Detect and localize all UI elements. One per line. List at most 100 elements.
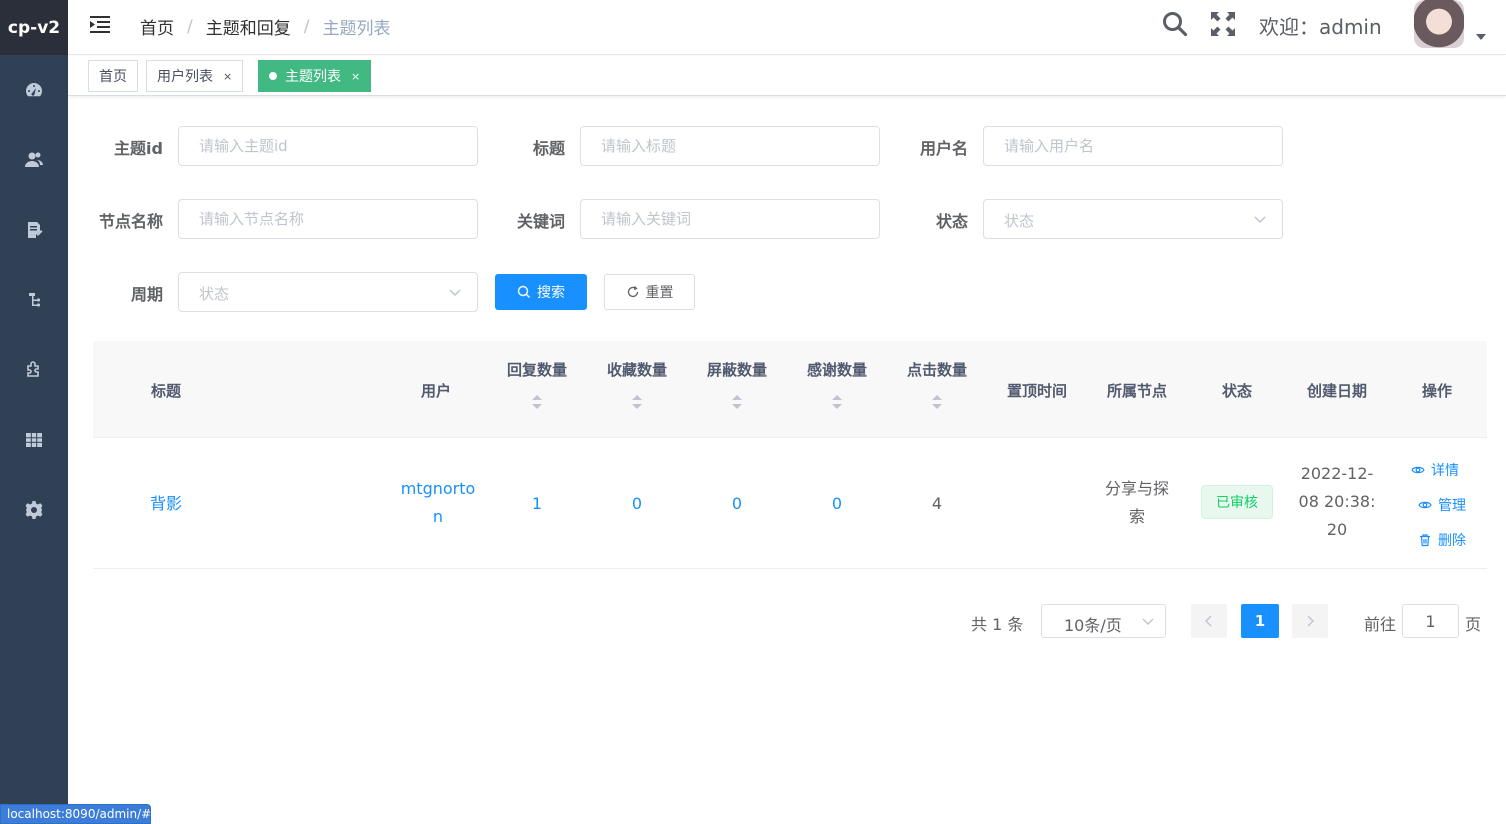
- column-header-title: 标题: [150, 382, 181, 400]
- breadcrumb-current: 主题列表: [322, 19, 391, 39]
- sort-icon[interactable]: [831, 394, 843, 410]
- next-page-button[interactable]: [1292, 604, 1328, 638]
- nodes-icon[interactable]: [0, 280, 68, 320]
- goto-prefix: 前往: [1364, 615, 1397, 634]
- sort-icon[interactable]: [731, 394, 743, 410]
- node-name-input[interactable]: [178, 199, 478, 239]
- search-icon[interactable]: [1161, 10, 1189, 38]
- prev-page-button[interactable]: [1191, 604, 1227, 638]
- reset-button[interactable]: 重置: [604, 274, 695, 310]
- favorites-count[interactable]: 0: [597, 490, 677, 518]
- breadcrumb-separator: /: [187, 16, 193, 37]
- column-header-node: 所属节点: [1106, 382, 1167, 400]
- tag-home[interactable]: 首页: [88, 60, 138, 92]
- fullscreen-icon[interactable]: [1209, 10, 1237, 38]
- status-badge: 已审核: [1201, 485, 1273, 519]
- chevron-down-icon: [449, 289, 461, 297]
- refresh-icon: [627, 286, 638, 298]
- table-icon[interactable]: [0, 420, 68, 460]
- manage-button[interactable]: 管理: [1418, 495, 1466, 515]
- sort-icon[interactable]: [531, 394, 543, 410]
- node-line: 分享与探: [1104, 479, 1169, 498]
- username-input[interactable]: [983, 126, 1283, 166]
- breadcrumb-separator: /: [303, 16, 310, 37]
- pagination-total: 共 1 条: [971, 615, 1024, 634]
- node-name: 分享与探 索: [1097, 475, 1177, 531]
- plugin-icon[interactable]: [0, 350, 68, 390]
- thanks-count[interactable]: 0: [797, 490, 877, 518]
- status-label: 状态: [935, 212, 968, 231]
- trash-icon: [1420, 534, 1430, 547]
- dashboard-icon[interactable]: [0, 70, 68, 110]
- topic-id-label: 主题id: [114, 139, 163, 158]
- breadcrumb-home[interactable]: 首页: [140, 14, 174, 39]
- tag-topic-list[interactable]: 主题列表 ×: [258, 60, 372, 92]
- tag-user-list[interactable]: 用户列表 ×: [146, 60, 244, 92]
- table-header: 标题 用户 回复数量 收藏数量 屏蔽数量 感谢数量 点击数量 置顶时间 所属节点…: [93, 341, 1487, 438]
- tag-label: 用户列表: [157, 69, 213, 85]
- goto-suffix: 页: [1465, 615, 1482, 634]
- column-header-thanks[interactable]: 感谢数量: [797, 359, 877, 380]
- goto-page-input[interactable]: [1402, 604, 1459, 638]
- chevron-down-icon: [1254, 216, 1266, 224]
- search-button[interactable]: 搜索: [495, 274, 587, 310]
- topics-icon[interactable]: [0, 210, 68, 250]
- column-header-user: 用户: [420, 382, 451, 400]
- period-select-placeholder: 状态: [199, 285, 230, 303]
- topic-user-link[interactable]: mtgnorto n: [393, 475, 483, 531]
- node-line: 索: [1128, 507, 1145, 526]
- user-line: mtgnorto: [400, 479, 476, 498]
- settings-icon[interactable]: [0, 490, 68, 530]
- tags-view: 首页 用户列表 × 主题列表 ×: [68, 56, 1506, 96]
- column-header-actions: 操作: [1421, 382, 1452, 400]
- page-number-current[interactable]: 1: [1241, 604, 1279, 638]
- column-header-replies[interactable]: 回复数量: [497, 359, 577, 380]
- search-button-label: 搜索: [537, 285, 565, 301]
- sort-icon[interactable]: [931, 394, 943, 410]
- column-header-clicks[interactable]: 点击数量: [897, 359, 977, 380]
- tag-label: 首页: [99, 69, 127, 85]
- node-name-label: 节点名称: [98, 212, 163, 231]
- delete-button[interactable]: 删除: [1418, 530, 1466, 550]
- chevron-left-icon: [1205, 615, 1212, 627]
- users-icon[interactable]: [0, 140, 68, 180]
- browser-status-url: localhost:8090/admin/#/: [0, 804, 155, 824]
- title-input[interactable]: [580, 126, 880, 166]
- avatar[interactable]: [1414, 0, 1464, 48]
- column-header-blocks[interactable]: 屏蔽数量: [697, 359, 777, 380]
- search-icon: [517, 285, 530, 298]
- detail-label: 详情: [1431, 463, 1459, 479]
- hamburger-menu-icon[interactable]: [88, 13, 112, 37]
- page-size-select[interactable]: 10条/页: [1041, 604, 1166, 638]
- column-header-favorites[interactable]: 收藏数量: [597, 359, 677, 380]
- replies-count[interactable]: 1: [497, 490, 577, 518]
- delete-label: 删除: [1438, 533, 1466, 549]
- status-select[interactable]: 状态: [983, 199, 1283, 239]
- column-header-status: 状态: [1221, 382, 1252, 400]
- sidebar: cp-v2: [0, 0, 68, 824]
- tag-label: 主题列表: [285, 69, 341, 85]
- sort-icon[interactable]: [631, 394, 643, 410]
- keyword-input[interactable]: [580, 199, 880, 239]
- blocks-count[interactable]: 0: [697, 490, 777, 518]
- close-icon[interactable]: ×: [223, 70, 232, 83]
- welcome-text: 欢迎：admin: [1259, 15, 1382, 39]
- keyword-label: 关键词: [516, 212, 565, 231]
- column-header-created: 创建日期: [1306, 382, 1367, 400]
- caret-down-icon[interactable]: [1476, 34, 1486, 40]
- detail-button[interactable]: 详情: [1411, 460, 1459, 480]
- date-line: 08 20:38:: [1298, 492, 1376, 511]
- chevron-right-icon: [1307, 615, 1314, 627]
- breadcrumb-topics-replies[interactable]: 主题和回复: [206, 14, 291, 39]
- date-line: 2022-12-: [1300, 464, 1374, 483]
- status-select-placeholder: 状态: [1004, 212, 1035, 230]
- column-header-pinned-time: 置顶时间: [1006, 382, 1067, 400]
- period-label: 周期: [130, 285, 163, 304]
- close-icon[interactable]: ×: [351, 70, 360, 83]
- manage-label: 管理: [1438, 498, 1466, 514]
- period-select[interactable]: 状态: [178, 272, 478, 312]
- app-logo[interactable]: cp-v2: [0, 0, 68, 55]
- topic-title-link[interactable]: 背影: [131, 490, 201, 518]
- chevron-down-icon: [1142, 618, 1154, 625]
- topic-id-input[interactable]: [178, 126, 478, 166]
